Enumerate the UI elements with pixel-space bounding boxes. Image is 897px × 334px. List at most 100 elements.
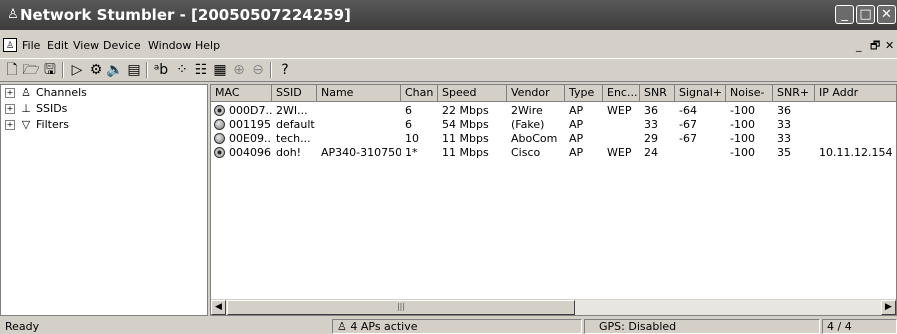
list-header: MAC SSID Name Chan Speed Vendor Type Enc…	[211, 85, 896, 102]
speaker-icon[interactable]: 🔈	[106, 61, 124, 79]
minimize-button[interactable]: _	[835, 5, 854, 24]
column-header-mac[interactable]: MAC	[211, 85, 272, 102]
maximize-button[interactable]: □	[856, 5, 875, 24]
cell-encryption	[603, 118, 640, 131]
menu-edit[interactable]: Edit	[47, 39, 68, 53]
expand-icon[interactable]: +	[5, 88, 15, 98]
cell-type: AP	[569, 118, 584, 131]
toolbar-separator	[62, 62, 64, 78]
mdi-restore-button[interactable]: 🗗	[870, 39, 880, 53]
tree-item-channels[interactable]: + ♙ Channels	[5, 86, 87, 100]
app-antenna-icon: ♙	[7, 7, 19, 22]
menu-window[interactable]: Window	[148, 39, 191, 53]
menu-device[interactable]: Device	[103, 39, 141, 53]
tree-item-label: Channels	[36, 86, 87, 99]
title-bar[interactable]: ♙ Network Stumbler - [20050507224259] _ …	[0, 0, 897, 30]
cell-signal	[675, 146, 726, 159]
antenna-icon: ♙	[21, 86, 31, 99]
menu-help[interactable]: Help	[195, 39, 220, 53]
rename-icon[interactable]: ᵃb	[152, 61, 170, 79]
column-header-noise[interactable]: Noise-	[726, 85, 773, 102]
column-header-signal[interactable]: Signal+	[675, 85, 726, 102]
column-header-encryption[interactable]: Enc...	[603, 85, 640, 102]
menu-bar: ♙ File Edit View Device Window Help _ 🗗 …	[0, 36, 897, 56]
column-header-vendor[interactable]: Vendor	[507, 85, 565, 102]
start-scan-icon[interactable]: ▷	[68, 61, 86, 79]
cell-chan: 6	[405, 118, 412, 131]
status-ready: Ready	[5, 320, 40, 333]
app-window: ♙ Network Stumbler - [20050507224259] _ …	[0, 0, 897, 334]
scrollbar-thumb[interactable]: |||	[227, 300, 575, 315]
antenna-icon: ♙	[337, 320, 351, 333]
column-header-ip-addr[interactable]: IP Addr	[815, 85, 896, 102]
cell-noise: -100	[730, 104, 755, 117]
details-view-icon[interactable]: ▦	[211, 61, 229, 79]
toolbar-separator	[146, 62, 148, 78]
auto-config-icon[interactable]: ⚙	[87, 61, 105, 79]
cell-snr: 29	[644, 132, 658, 145]
cell-chan: 6	[405, 104, 412, 117]
cell-ssid: 2WI...	[276, 104, 308, 117]
scroll-left-icon[interactable]: ◀	[211, 300, 226, 315]
status-aps-active: 4 APs active	[350, 320, 418, 333]
table-row[interactable]: 000D7... 2WI... 6 22 Mbps 2Wire AP WEP 3…	[211, 104, 896, 117]
column-header-type[interactable]: Type	[565, 85, 603, 102]
mdi-minimize-button[interactable]: _	[856, 39, 862, 53]
table-row[interactable]: 004096... doh! AP340-310750 1* 11 Mbps C…	[211, 146, 896, 159]
column-header-speed[interactable]: Speed	[438, 85, 507, 102]
horizontal-scrollbar[interactable]: ◀ ||| ▶	[211, 299, 896, 315]
inactive-ap-icon	[214, 119, 225, 130]
cell-type: AP	[569, 146, 584, 159]
cell-ssid: doh!	[276, 146, 302, 159]
mdi-close-button[interactable]: ✕	[885, 39, 894, 53]
cell-signal: -64	[679, 104, 697, 117]
save-icon[interactable]: 🖫	[41, 61, 59, 79]
menu-view[interactable]: View	[73, 39, 99, 53]
expand-icon[interactable]: +	[5, 104, 15, 114]
cell-vendor: AboCom	[511, 132, 558, 145]
column-header-ssid[interactable]: SSID	[272, 85, 317, 102]
ap-list-view: MAC SSID Name Chan Speed Vendor Type Enc…	[210, 84, 897, 316]
help-icon[interactable]: ?	[276, 61, 294, 79]
table-row[interactable]: 00E09... tech... 10 11 Mbps AboCom AP 29…	[211, 132, 896, 145]
window-title: Network Stumbler - [20050507224259]	[20, 6, 351, 24]
cell-mac: 001195...	[229, 118, 272, 131]
filter-icon: ▽	[21, 118, 31, 131]
table-row[interactable]: 001195... default 6 54 Mbps (Fake) AP 33…	[211, 118, 896, 131]
cell-ip-addr	[815, 118, 895, 131]
expand-icon[interactable]: +	[5, 120, 15, 130]
cell-encryption: WEP	[607, 104, 632, 117]
cell-snr: 36	[644, 104, 658, 117]
toolbar-separator	[270, 62, 272, 78]
scroll-right-icon[interactable]: ▶	[881, 300, 896, 315]
tree-item-filters[interactable]: + ▽ Filters	[5, 118, 69, 132]
cell-speed: 11 Mbps	[442, 132, 489, 145]
tree-item-label: SSIDs	[36, 102, 68, 115]
cell-name: AP340-310750	[321, 146, 401, 159]
close-button[interactable]: ✕	[877, 5, 896, 24]
tree-item-ssids[interactable]: + ⊥ SSIDs	[5, 102, 67, 116]
properties-icon[interactable]: ▤	[125, 61, 143, 79]
locked-ap-icon	[214, 105, 225, 116]
column-header-chan[interactable]: Chan	[401, 85, 438, 102]
column-header-snr[interactable]: SNR	[640, 85, 675, 102]
menu-file[interactable]: File	[22, 39, 40, 53]
tree-item-label: Filters	[36, 118, 69, 131]
zoom-in-icon[interactable]: ⊕	[230, 61, 248, 79]
cell-snr-plus: 36	[777, 104, 791, 117]
cell-mac: 00E09...	[229, 132, 272, 145]
cell-speed: 11 Mbps	[442, 146, 489, 159]
cell-signal: -67	[679, 132, 697, 145]
cell-snr-plus: 33	[777, 132, 791, 145]
cell-name	[317, 104, 401, 117]
column-header-snr-plus[interactable]: SNR+	[773, 85, 815, 102]
column-header-name[interactable]: Name	[317, 85, 401, 102]
cell-snr: 24	[644, 146, 658, 159]
document-system-icon[interactable]: ♙	[3, 38, 17, 52]
zoom-out-icon[interactable]: ⊖	[249, 61, 267, 79]
list-view-icon[interactable]: ☷	[192, 61, 210, 79]
open-icon[interactable]: 🗁	[22, 61, 40, 79]
cell-name	[317, 118, 401, 131]
large-icons-icon[interactable]: ⁘	[173, 61, 191, 79]
new-icon[interactable]: 🗋	[3, 61, 21, 79]
